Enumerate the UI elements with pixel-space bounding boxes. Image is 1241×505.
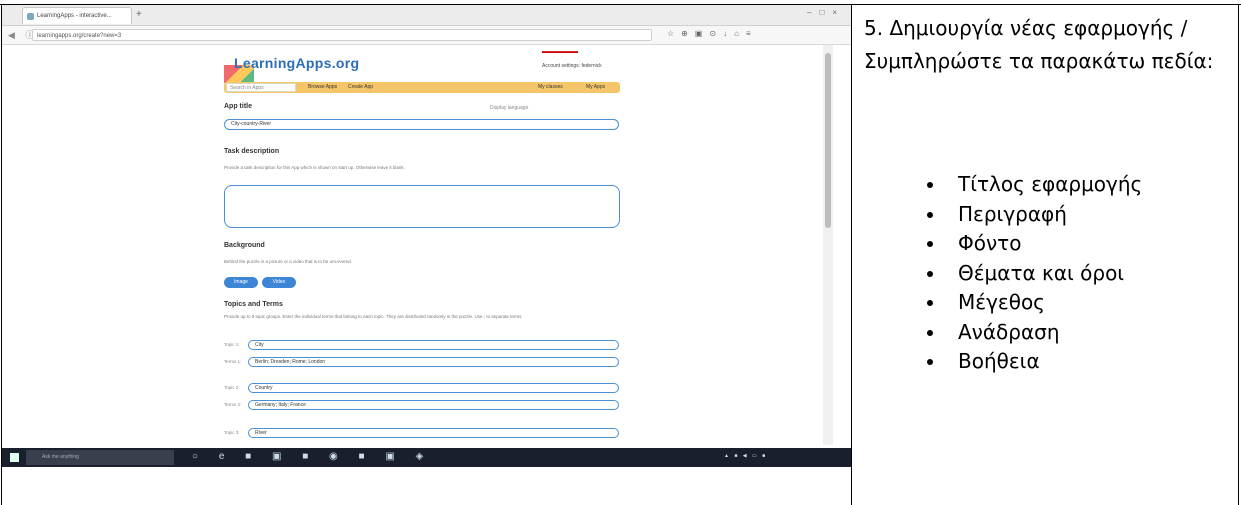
app-title-label: App title	[224, 103, 252, 110]
list-item-text: Τίτλος εφαρμογής	[958, 172, 1143, 196]
new-tab-icon[interactable]: +	[136, 9, 142, 20]
list-item: Ανάδραση	[927, 318, 1142, 348]
windows-taskbar: Ask me anything ○ e ■ ▣ ■ ◉ ■ ▣ ◈ ▲ ■ ◀ …	[2, 448, 851, 467]
windows-start-icon[interactable]	[10, 453, 19, 462]
url-field[interactable]: learningapps.org/create?new=3	[32, 29, 652, 41]
row-label: Topic 3:	[224, 430, 240, 435]
account-link[interactable]: Account settings: federnick	[542, 63, 602, 69]
toolbar-icons[interactable]: ☆⊕▣⊙↓⌂≡	[667, 29, 758, 38]
topic-3-input[interactable]: River	[248, 428, 619, 438]
list-item-text: Βοήθεια	[958, 349, 1040, 373]
site-logo[interactable]: LearningApps.org	[234, 55, 359, 71]
window-controls-icon[interactable]: –□×	[807, 8, 845, 17]
favicon-icon	[27, 13, 34, 20]
system-tray-icons[interactable]: ▲ ■ ◀ ▭ ■	[724, 453, 767, 459]
topics-label: Topics and Terms	[224, 301, 283, 308]
browser-tab[interactable]: LearningApps - interactive...	[22, 7, 132, 24]
topic-1-input[interactable]: City	[248, 340, 619, 350]
tab-title: LearningApps - interactive...	[37, 13, 112, 19]
list-item: Θέματα και όροι	[927, 259, 1142, 289]
table-border-right	[1238, 4, 1239, 505]
terms-2-input[interactable]: Germany; Italy; France	[248, 400, 619, 410]
task-description-label: Task description	[224, 148, 280, 155]
taskbar-app-icons[interactable]: ○ e ■ ▣ ■ ◉ ■ ▣ ◈	[192, 451, 432, 462]
row-label: Topic 2:	[224, 385, 240, 390]
scrollbar-thumb[interactable]	[825, 53, 831, 228]
field-list: Τίτλος εφαρμογής Περιγραφή Φόντο Θέματα …	[927, 170, 1143, 377]
table-border-middle	[851, 4, 852, 505]
document-table: LearningApps - interactive... + –□× ◀ ⓘ …	[0, 0, 1241, 505]
display-language-label: Display language	[490, 105, 529, 111]
background-hint: Behind the puzzle is a picture or a vide…	[224, 259, 352, 264]
browse-apps-link[interactable]: Browse Apps	[308, 83, 337, 92]
embedded-screenshot: LearningApps - interactive... + –□× ◀ ⓘ …	[2, 5, 851, 467]
bullet-icon	[927, 329, 933, 336]
create-app-link[interactable]: Create App	[348, 83, 373, 92]
browser-tab-bar: LearningApps - interactive... + –□×	[2, 5, 851, 26]
list-item: Περιγραφή	[927, 200, 1142, 230]
bullet-icon	[927, 241, 933, 247]
address-bar-row: ◀ ⓘ learningapps.org/create?new=3 ☆⊕▣⊙↓⌂…	[2, 26, 851, 45]
topic-2-input[interactable]: Country	[248, 383, 619, 393]
background-label: Background	[224, 242, 265, 249]
list-item: Φόντο	[927, 229, 1142, 259]
image-button[interactable]: Image	[224, 277, 258, 288]
list-item: Μέγεθος	[927, 288, 1142, 318]
search-input[interactable]: Search in Apps	[226, 83, 296, 92]
topics-hint: Provide up to 8 topic groups. Enter the …	[224, 314, 523, 319]
list-item-text: Θέματα και όροι	[958, 260, 1125, 285]
bullet-icon	[927, 300, 933, 306]
list-item-text: Περιγραφή	[958, 201, 1067, 226]
video-button[interactable]: Video	[262, 277, 296, 288]
step-title: 5. Δημιουργία νέας εφαρμογής / Συμπληρώσ…	[864, 16, 1214, 73]
cortana-search-input[interactable]: Ask me anything	[26, 450, 174, 465]
task-description-textarea[interactable]	[224, 185, 620, 228]
bullet-icon	[927, 270, 933, 277]
list-item: Βοήθεια	[927, 347, 1142, 377]
bullet-icon	[927, 182, 933, 188]
list-item-text: Μέγεθος	[958, 290, 1045, 314]
row-label: Terms 2:	[224, 402, 242, 407]
row-label: Topic 1:	[224, 342, 240, 347]
list-item: Τίτλος εφαρμογής	[927, 170, 1143, 200]
list-item-text: Ανάδραση	[958, 319, 1060, 344]
terms-1-input[interactable]: Berlin; Dresden; Rome; London	[248, 357, 619, 367]
my-apps-link[interactable]: My Apps	[586, 83, 605, 92]
bullet-icon	[927, 211, 933, 218]
app-title-input[interactable]: City-country-River	[224, 119, 619, 130]
row-label: Terms 1:	[224, 359, 242, 364]
language-flags-icon[interactable]: ▬▬▬▬▬▬	[542, 49, 578, 55]
task-description-hint: Provide a task description for this App …	[224, 165, 405, 170]
my-classes-link[interactable]: My classes	[538, 83, 563, 92]
bullet-icon	[927, 359, 933, 365]
list-item-text: Φόντο	[958, 231, 1022, 255]
